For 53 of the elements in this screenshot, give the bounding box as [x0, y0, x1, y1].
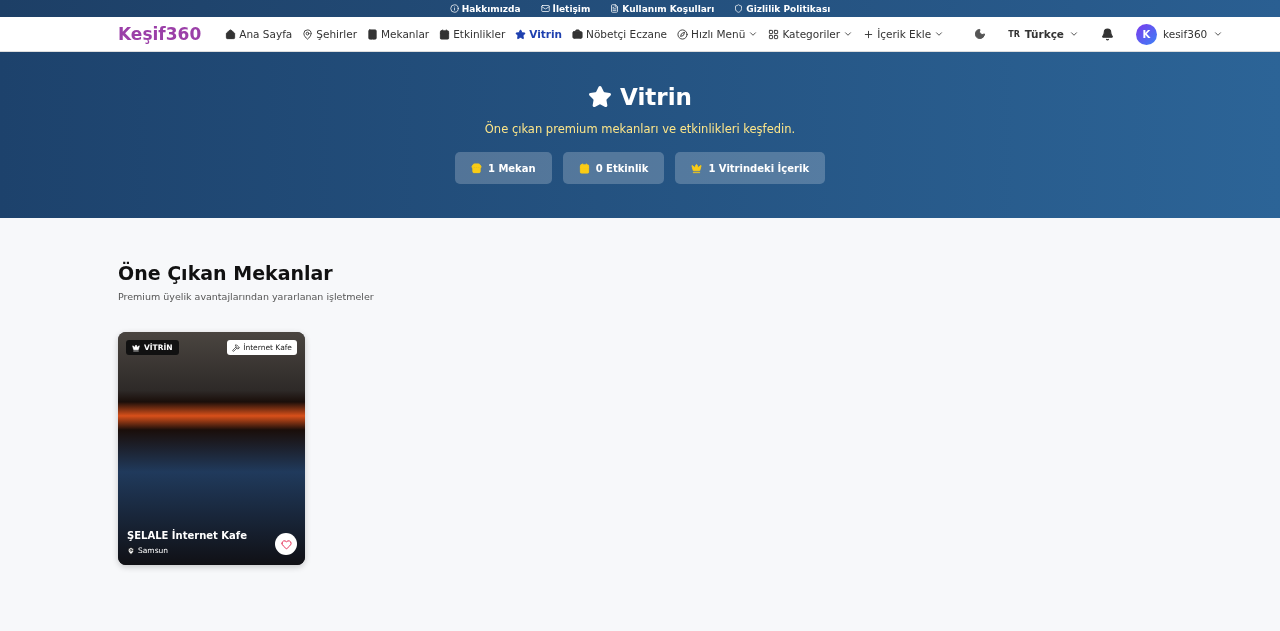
user-menu[interactable]: K kesif360 [1136, 23, 1224, 45]
link-icon [734, 4, 744, 13]
nav-icon [515, 28, 527, 40]
nav-link[interactable]: Ana Sayfa [225, 28, 293, 40]
stat-button[interactable]: 1 Mekan [454, 152, 552, 184]
avatar: K [1136, 23, 1157, 45]
link-icon [610, 4, 620, 13]
nav-link[interactable]: Vitrin [515, 28, 563, 40]
nav-icon [677, 28, 689, 40]
nav-icon [225, 28, 237, 40]
nav-link[interactable]: Etkinlikler [439, 28, 506, 40]
link-icon [449, 4, 459, 13]
nav-icon [572, 28, 584, 40]
nav-icon [768, 28, 780, 40]
star-icon [588, 85, 613, 109]
dark-mode-icon[interactable] [974, 28, 987, 40]
section-subtitle: Premium üyelik avantajlarından yararlanan işletmeler [118, 291, 375, 302]
link-icon [540, 4, 550, 13]
stat-icon [470, 162, 482, 174]
top-link[interactable]: Gizlilik Politikası [734, 3, 831, 14]
hammer-icon [232, 343, 241, 352]
nav-icon [863, 28, 875, 40]
venue-name: ŞELALE İnternet Kafe [127, 530, 247, 541]
chevron-icon [934, 29, 945, 39]
language-selector[interactable]: TR Türkçe [1008, 28, 1079, 40]
nav-link[interactable]: Nöbetçi Eczane [572, 28, 668, 40]
chevron-icon [1069, 29, 1079, 39]
nav-icon [367, 28, 378, 40]
heart-icon [280, 538, 292, 550]
logo[interactable]: Keşif360 [118, 24, 202, 44]
nav-link[interactable]: Mekanlar [367, 28, 430, 40]
stat-button[interactable]: 0 Etkinlik [562, 152, 665, 184]
crown-icon [132, 343, 140, 352]
section-title: Öne Çıkan Mekanlar [118, 262, 334, 284]
stat-icon [691, 162, 703, 174]
nav-link[interactable]: Şehirler [302, 28, 357, 40]
page-subtitle: Öne çıkan premium mekanları ve etkinlikleri keşfedin. [484, 122, 796, 136]
nav-icon [302, 28, 314, 40]
page-title: Vitrin [588, 84, 692, 110]
stat-icon [578, 162, 590, 174]
chevron-icon [843, 29, 854, 39]
top-link[interactable]: Kullanım Koşulları [610, 3, 715, 14]
nav-icon [439, 28, 451, 40]
top-link[interactable]: İletişim [540, 3, 591, 14]
chevron-icon [1213, 29, 1224, 39]
chevron-icon [748, 29, 759, 39]
pin-icon [127, 546, 135, 555]
top-link[interactable]: Hakkımızda [449, 3, 521, 14]
notification-icon[interactable] [1101, 27, 1114, 41]
nav-link[interactable]: Kategoriler [768, 28, 854, 40]
stat-button[interactable]: 1 Vitrindeki İçerik [675, 152, 826, 184]
nav-link[interactable]: İçerik Ekle [863, 28, 945, 40]
nav-link[interactable]: Hızlı Menü [677, 28, 759, 40]
